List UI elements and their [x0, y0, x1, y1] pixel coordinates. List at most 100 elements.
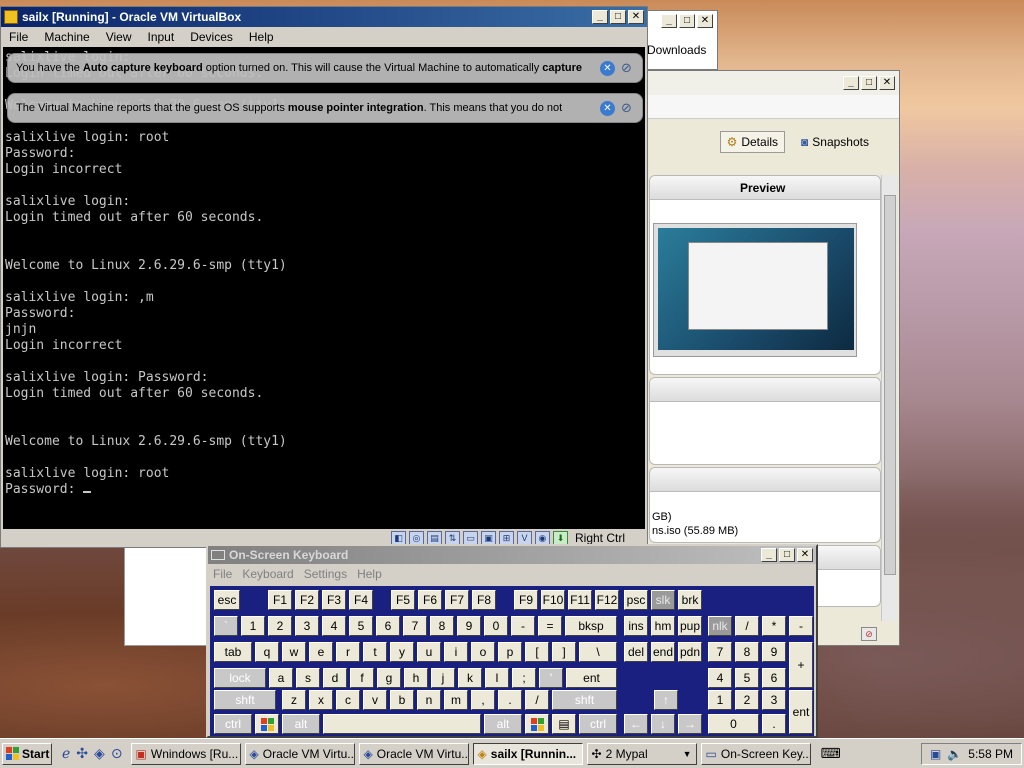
- key-esc[interactable]: esc: [214, 590, 240, 610]
- key-kp3[interactable]: 3: [762, 690, 786, 710]
- key-r[interactable]: r: [336, 642, 360, 662]
- key-n8[interactable]: 8: [430, 616, 454, 636]
- close-notice-icon[interactable]: ✕: [600, 100, 615, 116]
- key-f5[interactable]: F5: [391, 590, 415, 610]
- windows-key-icon[interactable]: [255, 714, 279, 734]
- key-f11[interactable]: F11: [568, 590, 592, 610]
- maximize-button[interactable]: □: [861, 76, 877, 90]
- key-kp5[interactable]: 5: [735, 668, 759, 688]
- keyboard-tray-icon[interactable]: ⌨: [821, 745, 841, 762]
- volume-icon[interactable]: 🔈: [947, 747, 962, 761]
- key-psc[interactable]: psc: [624, 590, 648, 610]
- virtualbox-icon[interactable]: ◈: [94, 745, 105, 762]
- key-kp2[interactable]: 2: [735, 690, 759, 710]
- key-q[interactable]: q: [255, 642, 279, 662]
- key-nlk[interactable]: nlk: [708, 616, 732, 636]
- key-tab[interactable]: tab: [214, 642, 252, 662]
- key-o[interactable]: o: [471, 642, 495, 662]
- usb-icon[interactable]: ⇅: [444, 531, 460, 545]
- task-oracle-vm-2[interactable]: ◈ Oracle VM Virtu...: [358, 742, 469, 765]
- maximize-button[interactable]: □: [610, 10, 626, 24]
- key-n1[interactable]: 1: [241, 616, 265, 636]
- task-oracle-vm-1[interactable]: ◈ Oracle VM Virtu...: [244, 742, 355, 765]
- key-u[interactable]: u: [417, 642, 441, 662]
- key-v[interactable]: v: [363, 690, 387, 710]
- vm-titlebar[interactable]: sailx [Running] - Oracle VM VirtualBox _…: [1, 7, 647, 27]
- tab-details[interactable]: ⚙ Details: [719, 131, 786, 153]
- key-c[interactable]: c: [336, 690, 360, 710]
- key-h[interactable]: h: [404, 668, 428, 688]
- key-slash[interactable]: /: [525, 690, 549, 710]
- key-kp_plus[interactable]: +: [789, 642, 813, 688]
- key-brk[interactable]: brk: [678, 590, 702, 610]
- start-button[interactable]: Start: [2, 742, 52, 765]
- key-n6[interactable]: 6: [376, 616, 400, 636]
- key-up[interactable]: ↑: [654, 690, 678, 710]
- key-tilde[interactable]: `: [214, 616, 238, 636]
- key-bslash[interactable]: \: [579, 642, 617, 662]
- mouse-integration-icon[interactable]: ◉: [534, 531, 550, 545]
- key-f3[interactable]: F3: [322, 590, 346, 610]
- key-a[interactable]: a: [269, 668, 293, 688]
- key-hm[interactable]: hm: [651, 616, 675, 636]
- menu-input[interactable]: Input: [140, 30, 183, 44]
- key-kp8[interactable]: 8: [735, 642, 759, 662]
- key-kp4[interactable]: 4: [708, 668, 732, 688]
- close-button[interactable]: ✕: [879, 76, 895, 90]
- task-osk[interactable]: ▭ On-Screen Key...: [700, 742, 811, 765]
- task-windows[interactable]: ▣ Wnindows [Ru...: [130, 742, 241, 765]
- key-lalt[interactable]: alt: [282, 714, 320, 734]
- downloads-label[interactable]: Downloads: [647, 43, 706, 57]
- key-lbr[interactable]: [: [525, 642, 549, 662]
- key-t[interactable]: t: [363, 642, 387, 662]
- storage-panel-header[interactable]: [650, 468, 880, 492]
- key-f2[interactable]: F2: [295, 590, 319, 610]
- key-kp7[interactable]: 7: [708, 642, 732, 662]
- task-sailx-running[interactable]: ◈ sailx [Runnin...: [472, 742, 583, 765]
- osk-window[interactable]: On-Screen Keyboard _ □ ✕ File Keyboard S…: [206, 544, 818, 738]
- clock[interactable]: 5:58 PM: [968, 747, 1013, 761]
- key-f[interactable]: f: [350, 668, 374, 688]
- close-notice-icon[interactable]: ✕: [600, 60, 615, 76]
- key-kp1[interactable]: 1: [708, 690, 732, 710]
- key-down[interactable]: ↓: [651, 714, 675, 734]
- ie-icon[interactable]: ℯ: [62, 745, 70, 762]
- key-rbr[interactable]: ]: [552, 642, 576, 662]
- minimize-button[interactable]: _: [843, 76, 859, 90]
- close-button[interactable]: ✕: [628, 10, 644, 24]
- key-lshft[interactable]: shft: [214, 690, 276, 710]
- key-kp6[interactable]: 6: [762, 668, 786, 688]
- key-slk[interactable]: slk: [651, 590, 675, 610]
- media-icon[interactable]: ✣: [76, 745, 88, 762]
- key-kp_ent[interactable]: ent: [789, 690, 813, 734]
- vbm-scrollbar[interactable]: [881, 175, 897, 621]
- network-icon[interactable]: ⊞: [498, 531, 514, 545]
- key-f9[interactable]: F9: [514, 590, 538, 610]
- key-equals[interactable]: =: [538, 616, 562, 636]
- key-w[interactable]: w: [282, 642, 306, 662]
- key-p[interactable]: p: [498, 642, 522, 662]
- key-minus[interactable]: -: [511, 616, 535, 636]
- key-ent[interactable]: ent: [566, 668, 617, 688]
- key-f10[interactable]: F10: [541, 590, 565, 610]
- mute-notice-icon[interactable]: ⊘: [619, 60, 634, 76]
- menu-machine[interactable]: Machine: [36, 30, 97, 44]
- keyboard-capture-icon[interactable]: ⬇: [552, 531, 568, 545]
- key-n0[interactable]: 0: [484, 616, 508, 636]
- status-icon[interactable]: ⊘: [861, 627, 877, 641]
- key-ralt[interactable]: alt: [484, 714, 522, 734]
- key-kp_mul[interactable]: *: [762, 616, 786, 636]
- key-rshft[interactable]: shft: [552, 690, 617, 710]
- key-lctrl[interactable]: ctrl: [214, 714, 252, 734]
- windows-key-icon[interactable]: [525, 714, 549, 734]
- preview-header[interactable]: Preview: [650, 176, 880, 200]
- key-quote[interactable]: ': [539, 668, 563, 688]
- key-kp0[interactable]: 0: [708, 714, 759, 734]
- mute-notice-icon[interactable]: ⊘: [619, 100, 634, 116]
- close-button[interactable]: ✕: [797, 548, 813, 562]
- key-f6[interactable]: F6: [418, 590, 442, 610]
- menu-help[interactable]: Help: [241, 30, 282, 44]
- key-l[interactable]: l: [485, 668, 509, 688]
- key-d[interactable]: d: [323, 668, 347, 688]
- key-i[interactable]: i: [444, 642, 468, 662]
